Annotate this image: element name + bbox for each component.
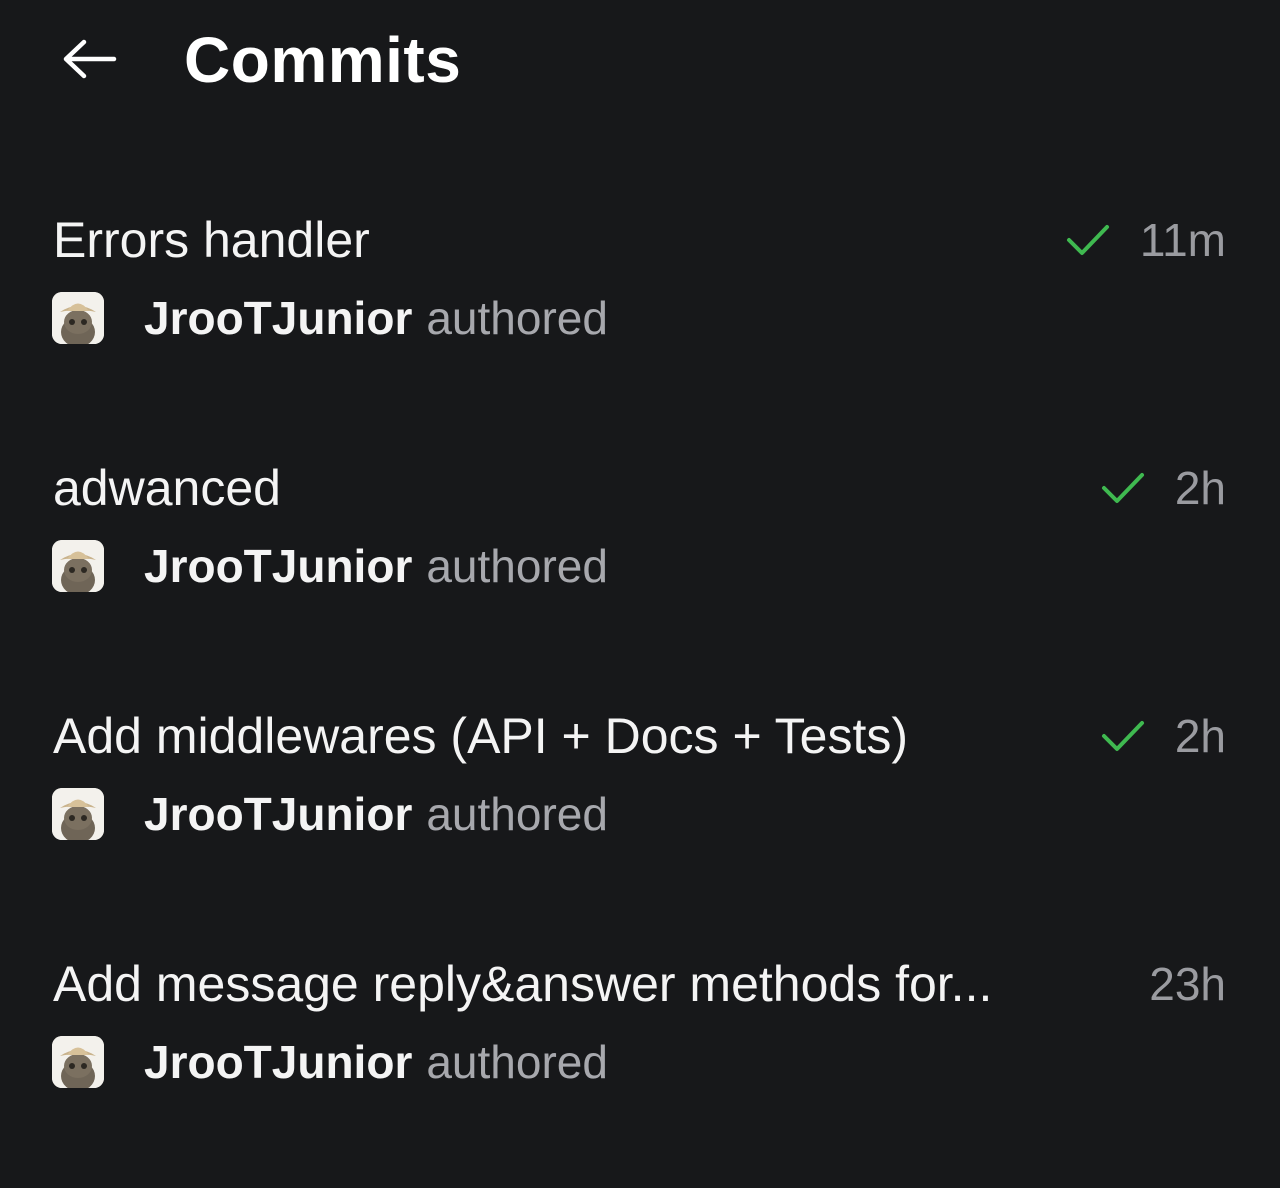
app-header: Commits xyxy=(0,0,1280,120)
author-action: authored xyxy=(426,788,608,840)
author-name[interactable]: JrooTJunior xyxy=(144,1034,412,1090)
arrow-left-icon xyxy=(62,39,118,79)
check-icon xyxy=(1066,223,1110,257)
author-row: JrooTJunior authored xyxy=(52,786,608,842)
back-button[interactable] xyxy=(52,26,128,92)
commit-item[interactable]: Errors handler 11m JrooTJunior authored xyxy=(0,196,1280,444)
commit-time: 2h xyxy=(1174,710,1226,762)
commit-meta: 23h xyxy=(1149,954,1226,1014)
check-icon xyxy=(1101,719,1145,753)
author-row: JrooTJunior authored xyxy=(52,1034,608,1090)
commit-meta: 2h xyxy=(1101,706,1226,766)
avatar[interactable] xyxy=(52,1036,104,1088)
commit-meta: 2h xyxy=(1101,458,1226,518)
commit-list: Errors handler 11m JrooTJunior authored … xyxy=(0,196,1280,1188)
check-icon xyxy=(1101,471,1145,505)
commit-time: 23h xyxy=(1149,958,1226,1010)
avatar[interactable] xyxy=(52,540,104,592)
author-row: JrooTJunior authored xyxy=(52,290,608,346)
commit-item[interactable]: adwanced 2h JrooTJunior authored xyxy=(0,444,1280,692)
commit-message: Add message reply&answer methods for... xyxy=(53,956,993,1012)
commit-message: adwanced xyxy=(53,460,281,516)
commit-time: 11m xyxy=(1139,214,1226,266)
commit-time: 2h xyxy=(1174,462,1226,514)
author-action: authored xyxy=(426,540,608,592)
author-name[interactable]: JrooTJunior xyxy=(144,538,412,594)
author-row: JrooTJunior authored xyxy=(52,538,608,594)
author-name[interactable]: JrooTJunior xyxy=(144,290,412,346)
commit-meta: 11m xyxy=(1066,210,1226,270)
author-action: authored xyxy=(426,1036,608,1088)
avatar[interactable] xyxy=(52,788,104,840)
commit-item[interactable]: Add middlewares (API + Docs + Tests) 2h … xyxy=(0,692,1280,940)
commit-message: Errors handler xyxy=(53,212,370,268)
avatar[interactable] xyxy=(52,292,104,344)
author-name[interactable]: JrooTJunior xyxy=(144,786,412,842)
commit-item[interactable]: Add message reply&answer methods for... … xyxy=(0,940,1280,1188)
commit-message: Add middlewares (API + Docs + Tests) xyxy=(53,708,908,764)
page-title: Commits xyxy=(184,24,462,96)
author-action: authored xyxy=(426,292,608,344)
